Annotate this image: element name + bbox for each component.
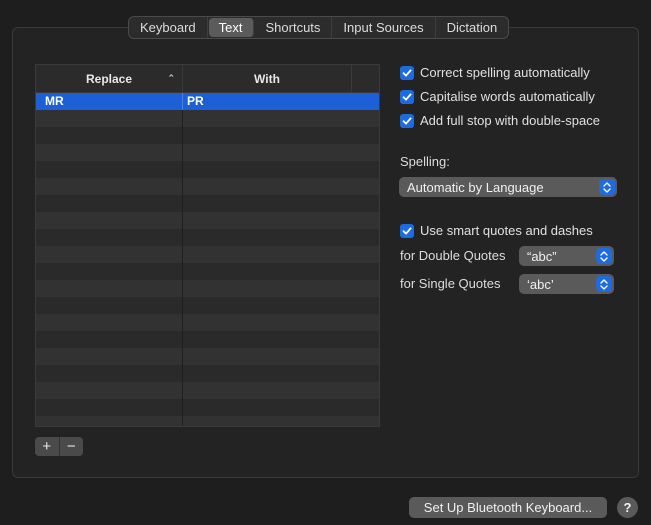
checkbox-checked-icon[interactable] bbox=[400, 89, 414, 104]
chevron-updown-icon bbox=[596, 276, 612, 292]
empty-row bbox=[36, 314, 379, 331]
empty-row bbox=[36, 297, 379, 314]
column-header-with-label: With bbox=[254, 71, 280, 86]
add-button[interactable]: + bbox=[35, 437, 60, 456]
checkbox-checked-icon[interactable] bbox=[400, 65, 414, 80]
column-header-with[interactable]: With bbox=[183, 65, 352, 92]
checkbox-checked-icon[interactable] bbox=[400, 223, 414, 238]
empty-row bbox=[36, 331, 379, 348]
cell-with[interactable]: PR bbox=[183, 93, 379, 110]
double-quotes-label: for Double Quotes bbox=[400, 248, 506, 263]
single-quotes-popup[interactable]: ‘abc’ bbox=[519, 274, 614, 294]
tab-input-sources[interactable]: Input Sources bbox=[332, 17, 436, 38]
tab-keyboard[interactable]: Keyboard bbox=[129, 17, 208, 38]
empty-row bbox=[36, 144, 379, 161]
empty-row bbox=[36, 382, 379, 399]
empty-row bbox=[36, 161, 379, 178]
empty-row bbox=[36, 212, 379, 229]
spelling-label: Spelling: bbox=[400, 154, 450, 169]
double-quotes-popup[interactable]: “abc” bbox=[519, 246, 614, 266]
empty-row bbox=[36, 178, 379, 195]
full-stop-label: Add full stop with double-space bbox=[420, 113, 600, 128]
empty-row bbox=[36, 127, 379, 144]
tab-shortcuts[interactable]: Shortcuts bbox=[255, 17, 333, 38]
single-quotes-label: for Single Quotes bbox=[400, 276, 501, 291]
column-header-replace[interactable]: Replace ⌃ bbox=[36, 65, 183, 92]
capitalise-words-label: Capitalise words automatically bbox=[420, 89, 595, 104]
table-header: Replace ⌃ With bbox=[36, 65, 379, 93]
empty-row bbox=[36, 348, 379, 365]
empty-row bbox=[36, 280, 379, 297]
text-replacement-table: Replace ⌃ With MR PR bbox=[35, 64, 380, 427]
chevron-updown-icon bbox=[599, 179, 615, 195]
double-quotes-value: “abc” bbox=[527, 248, 557, 264]
tab-text[interactable]: Text bbox=[208, 18, 254, 37]
full-stop-checkbox-row[interactable]: Add full stop with double-space bbox=[400, 113, 600, 128]
tab-bar: Keyboard Text Shortcuts Input Sources Di… bbox=[128, 16, 510, 39]
checkbox-checked-icon[interactable] bbox=[400, 113, 414, 128]
set-up-bluetooth-keyboard-button[interactable]: Set Up Bluetooth Keyboard... bbox=[409, 497, 607, 518]
correct-spelling-checkbox-row[interactable]: Correct spelling automatically bbox=[400, 65, 590, 80]
smart-quotes-checkbox-row[interactable]: Use smart quotes and dashes bbox=[400, 223, 593, 238]
empty-row bbox=[36, 416, 379, 426]
help-button[interactable]: ? bbox=[617, 497, 638, 518]
cell-replace[interactable]: MR bbox=[36, 93, 183, 110]
empty-row bbox=[36, 365, 379, 382]
add-remove-control: + − bbox=[35, 437, 83, 456]
correct-spelling-label: Correct spelling automatically bbox=[420, 65, 590, 80]
table-row[interactable]: MR PR bbox=[36, 93, 379, 110]
column-header-replace-label: Replace bbox=[85, 71, 133, 86]
empty-row bbox=[36, 263, 379, 280]
remove-button[interactable]: − bbox=[60, 437, 84, 456]
chevron-updown-icon bbox=[596, 248, 612, 264]
column-header-spacer bbox=[352, 65, 379, 92]
empty-row bbox=[36, 399, 379, 416]
empty-row bbox=[36, 229, 379, 246]
table-rows: MR PR bbox=[36, 93, 379, 426]
sort-ascending-icon: ⌃ bbox=[167, 73, 175, 83]
capitalise-words-checkbox-row[interactable]: Capitalise words automatically bbox=[400, 89, 595, 104]
spelling-popup-value: Automatic by Language bbox=[407, 179, 544, 195]
spelling-popup[interactable]: Automatic by Language bbox=[399, 177, 617, 197]
tab-dictation[interactable]: Dictation bbox=[436, 17, 509, 38]
single-quotes-value: ‘abc’ bbox=[527, 276, 554, 292]
smart-quotes-label: Use smart quotes and dashes bbox=[420, 223, 593, 238]
empty-row bbox=[36, 246, 379, 263]
empty-row bbox=[36, 110, 379, 127]
empty-row bbox=[36, 195, 379, 212]
